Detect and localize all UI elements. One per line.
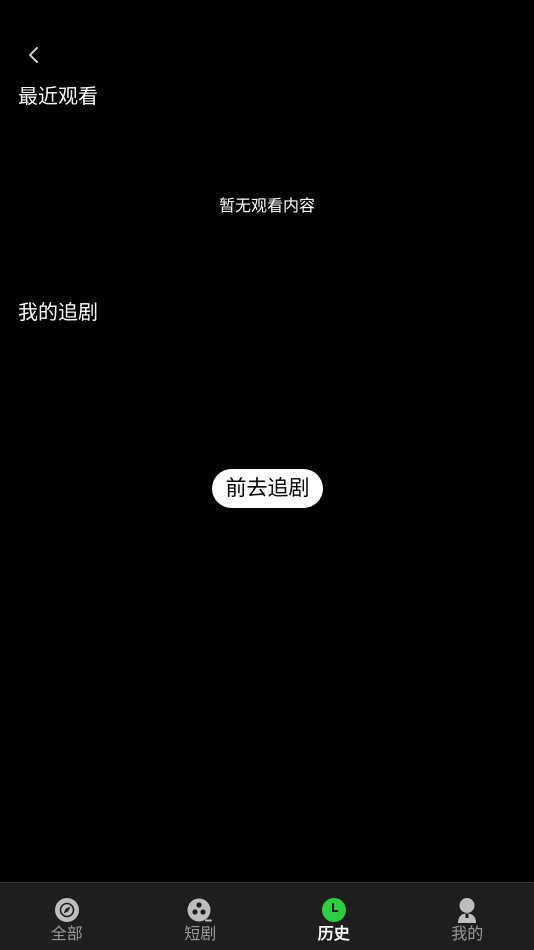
clock-icon bbox=[321, 898, 346, 922]
back-button[interactable] bbox=[20, 40, 48, 70]
film-reel-icon bbox=[187, 898, 213, 922]
bottom-tab-bar: 全部 短剧 历史 我的 bbox=[0, 882, 534, 950]
app-screen: 最近观看 暂无观看内容 我的追剧 前去追剧 全部 短剧 历史 我的 bbox=[0, 0, 534, 950]
go-follow-button[interactable]: 前去追剧 bbox=[212, 469, 323, 508]
tab-mine[interactable]: 我的 bbox=[401, 883, 534, 950]
recent-empty-text: 暂无观看内容 bbox=[218, 196, 315, 215]
tab-all[interactable]: 全部 bbox=[0, 883, 134, 950]
tab-short-drama-label: 短剧 bbox=[184, 924, 217, 943]
tab-all-label: 全部 bbox=[50, 924, 83, 943]
tab-history[interactable]: 历史 bbox=[267, 883, 401, 950]
user-icon bbox=[458, 898, 477, 923]
compass-icon bbox=[54, 898, 79, 922]
tab-history-label: 历史 bbox=[317, 924, 350, 943]
recent-section-title: 最近观看 bbox=[18, 84, 98, 108]
tab-short-drama[interactable]: 短剧 bbox=[134, 883, 268, 950]
tab-mine-label: 我的 bbox=[451, 924, 484, 943]
chevron-left-icon bbox=[29, 47, 38, 63]
follow-section-title: 我的追剧 bbox=[18, 300, 98, 324]
